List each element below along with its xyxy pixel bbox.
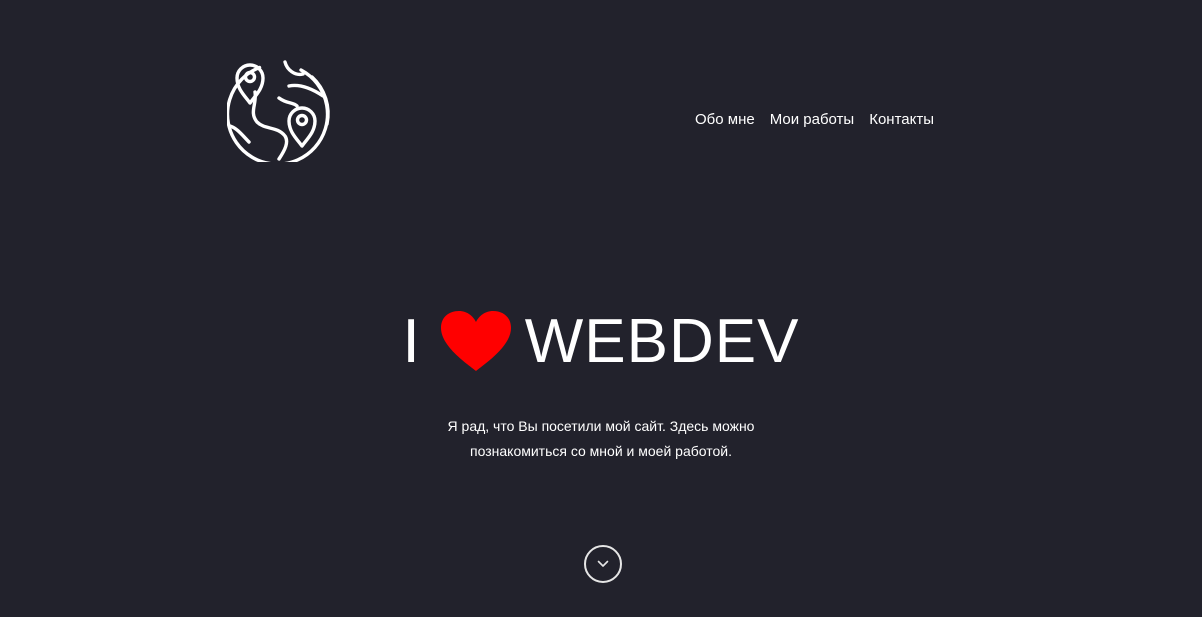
logo[interactable]: [227, 56, 333, 162]
hero-title: I WEBDEV: [0, 306, 1202, 378]
hero-title-suffix: WEBDEV: [524, 307, 800, 376]
nav-link-works[interactable]: Мои работы: [770, 110, 855, 130]
page: Обо мне Мои работы Контакты I WEBDEV Я р…: [0, 0, 1202, 617]
nav-link-contacts[interactable]: Контакты: [869, 110, 934, 130]
hero-title-prefix: I: [402, 307, 421, 376]
chevron-down-icon: [597, 560, 609, 568]
globe-with-map-pins-icon: [227, 56, 333, 162]
hero-description-line-1: Я рад, что Вы посетили мой сайт. Здесь м…: [447, 418, 755, 434]
main-nav: Обо мне Мои работы Контакты: [695, 110, 934, 130]
hero-description: Я рад, что Вы посетили мой сайт. Здесь м…: [0, 414, 1202, 464]
heart-icon: [440, 311, 511, 373]
nav-link-about[interactable]: Обо мне: [695, 110, 755, 130]
scroll-down-button[interactable]: [584, 545, 622, 583]
hero-description-line-2: познакомиться со мной и моей работой.: [470, 443, 732, 459]
